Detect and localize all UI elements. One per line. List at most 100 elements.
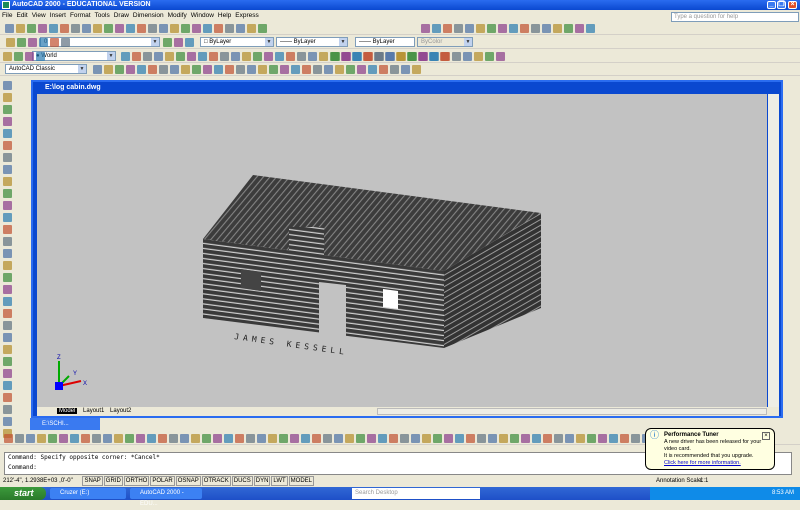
- toolbar-tool-icon[interactable]: [542, 24, 551, 33]
- toolbar-tool-icon[interactable]: [3, 393, 12, 402]
- toolbar-tool-icon[interactable]: [357, 65, 366, 74]
- toolbar-tool-icon[interactable]: [176, 52, 185, 61]
- horizontal-scrollbar[interactable]: [377, 408, 767, 415]
- drawing-canvas[interactable]: JAMES KESSELL Z Y X: [37, 94, 767, 407]
- toolbar-tool-icon[interactable]: [5, 24, 14, 33]
- toolbar-tool-icon[interactable]: [93, 24, 102, 33]
- toolbar-tool-icon[interactable]: [114, 434, 123, 443]
- toolbar-tool-icon[interactable]: [174, 38, 183, 47]
- toolbar-tool-icon[interactable]: [121, 52, 130, 61]
- toolbar-tool-icon[interactable]: [510, 434, 519, 443]
- plotstyle-dropdown[interactable]: ByColor ▼: [417, 37, 473, 47]
- toolbar-tool-icon[interactable]: [39, 38, 48, 47]
- menu-window[interactable]: Window: [191, 12, 214, 19]
- toolbar-tool-icon[interactable]: [313, 65, 322, 74]
- toolbar-tool-icon[interactable]: [312, 434, 321, 443]
- toolbar-tool-icon[interactable]: [71, 24, 80, 33]
- toolbar-tool-icon[interactable]: [4, 434, 13, 443]
- start-button[interactable]: start: [0, 487, 46, 500]
- toolbar-tool-icon[interactable]: [137, 24, 146, 33]
- toolbar-tool-icon[interactable]: [554, 434, 563, 443]
- toolbar-tool-icon[interactable]: [430, 52, 439, 61]
- toolbar-tool-icon[interactable]: [61, 38, 70, 47]
- toolbar-tool-icon[interactable]: [452, 52, 461, 61]
- tab-layout2[interactable]: Layout2: [110, 408, 131, 414]
- toolbar-tool-icon[interactable]: [92, 434, 101, 443]
- balloon-close-button[interactable]: ×: [762, 432, 770, 440]
- toolbar-tool-icon[interactable]: [368, 65, 377, 74]
- toolbar-tool-icon[interactable]: [16, 24, 25, 33]
- toolbar-tool-icon[interactable]: [408, 52, 417, 61]
- toolbar-tool-icon[interactable]: [247, 65, 256, 74]
- toolbar-tool-icon[interactable]: [308, 52, 317, 61]
- workspace-dropdown[interactable]: AutoCAD Classic ▼: [5, 64, 87, 74]
- toolbar-tool-icon[interactable]: [576, 434, 585, 443]
- toolbar-tool-icon[interactable]: [3, 153, 12, 162]
- toolbar-tool-icon[interactable]: [476, 24, 485, 33]
- toolbar-tool-icon[interactable]: [203, 24, 212, 33]
- toolbar-tool-icon[interactable]: [531, 24, 540, 33]
- menu-draw[interactable]: Draw: [114, 12, 129, 19]
- status-toggle-snap[interactable]: SNAP: [82, 476, 103, 486]
- toolbar-tool-icon[interactable]: [323, 434, 332, 443]
- toolbar-tool-icon[interactable]: [181, 24, 190, 33]
- toolbar-tool-icon[interactable]: [521, 434, 530, 443]
- toolbar-tool-icon[interactable]: [509, 24, 518, 33]
- toolbar-tool-icon[interactable]: [342, 52, 351, 61]
- toolbar-tool-icon[interactable]: [3, 189, 12, 198]
- toolbar-tool-icon[interactable]: [422, 434, 431, 443]
- toolbar-tool-icon[interactable]: [214, 65, 223, 74]
- toolbar-tool-icon[interactable]: [132, 52, 141, 61]
- balloon-link[interactable]: Click here for more information.: [664, 460, 741, 466]
- linetype-dropdown[interactable]: —— ByLayer ▼: [276, 37, 348, 47]
- toolbar-tool-icon[interactable]: [198, 52, 207, 61]
- menu-dimension[interactable]: Dimension: [133, 12, 164, 19]
- toolbar-tool-icon[interactable]: [170, 65, 179, 74]
- toolbar-tool-icon[interactable]: [158, 434, 167, 443]
- toolbar-tool-icon[interactable]: [3, 417, 12, 426]
- toolbar-tool-icon[interactable]: [411, 434, 420, 443]
- toolbar-tool-icon[interactable]: [419, 52, 428, 61]
- toolbar-tool-icon[interactable]: [28, 38, 37, 47]
- toolbar-tool-icon[interactable]: [498, 24, 507, 33]
- toolbar-tool-icon[interactable]: [565, 434, 574, 443]
- toolbar-tool-icon[interactable]: [3, 297, 12, 306]
- toolbar-tool-icon[interactable]: [231, 52, 240, 61]
- toolbar-tool-icon[interactable]: [220, 52, 229, 61]
- toolbar-tool-icon[interactable]: [148, 65, 157, 74]
- toolbar-tool-icon[interactable]: [159, 24, 168, 33]
- close-button[interactable]: ×: [788, 1, 797, 9]
- toolbar-tool-icon[interactable]: [3, 117, 12, 126]
- toolbar-tool-icon[interactable]: [37, 434, 46, 443]
- toolbar-tool-icon[interactable]: [126, 24, 135, 33]
- toolbar-tool-icon[interactable]: [25, 52, 34, 61]
- toolbar-tool-icon[interactable]: [487, 24, 496, 33]
- task-autocad[interactable]: AutoCAD 2000 - EDU...: [130, 488, 202, 507]
- toolbar-tool-icon[interactable]: [225, 24, 234, 33]
- toolbar-tool-icon[interactable]: [297, 52, 306, 61]
- toolbar-tool-icon[interactable]: [463, 52, 472, 61]
- toolbar-tool-icon[interactable]: [3, 93, 12, 102]
- toolbar-tool-icon[interactable]: [187, 52, 196, 61]
- toolbar-tool-icon[interactable]: [154, 52, 163, 61]
- toolbar-tool-icon[interactable]: [474, 52, 483, 61]
- toolbar-tool-icon[interactable]: [324, 65, 333, 74]
- toolbar-tool-icon[interactable]: [115, 24, 124, 33]
- toolbar-tool-icon[interactable]: [520, 24, 529, 33]
- toolbar-tool-icon[interactable]: [465, 24, 474, 33]
- toolbar-tool-icon[interactable]: [3, 249, 12, 258]
- vertical-scrollbar[interactable]: [768, 94, 779, 407]
- toolbar-tool-icon[interactable]: [6, 38, 15, 47]
- status-toggle-ortho[interactable]: ORTHO: [123, 476, 150, 486]
- toolbar-tool-icon[interactable]: [258, 65, 267, 74]
- menu-help[interactable]: Help: [218, 12, 231, 19]
- toolbar-tool-icon[interactable]: [253, 52, 262, 61]
- toolbar-tool-icon[interactable]: [3, 405, 12, 414]
- toolbar-tool-icon[interactable]: [279, 434, 288, 443]
- desktop-search-input[interactable]: Search Desktop: [352, 488, 480, 499]
- toolbar-tool-icon[interactable]: [3, 225, 12, 234]
- toolbar-tool-icon[interactable]: [224, 434, 233, 443]
- toolbar-tool-icon[interactable]: [532, 434, 541, 443]
- lineweight-dropdown[interactable]: —— ByLayer: [355, 37, 415, 47]
- restore-button[interactable]: ❐: [777, 1, 786, 9]
